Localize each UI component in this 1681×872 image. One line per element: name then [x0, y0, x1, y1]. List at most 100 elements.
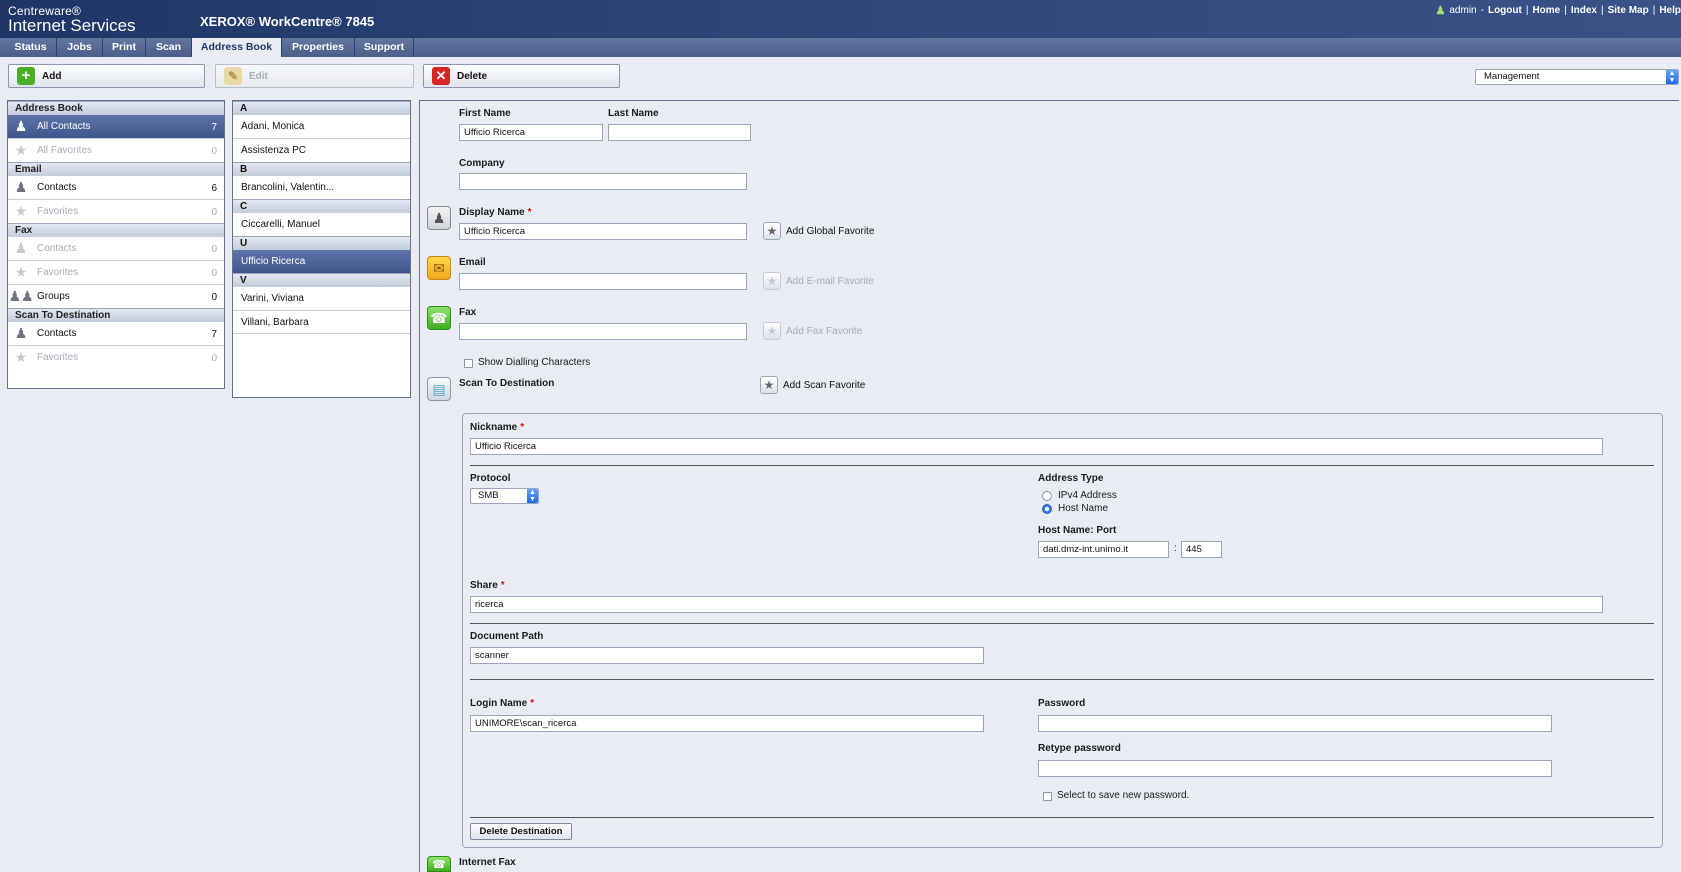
logout-link[interactable]: Logout	[1488, 5, 1522, 16]
login-name-input[interactable]	[470, 715, 984, 732]
host-name-input[interactable]	[1038, 541, 1169, 558]
nav-label: Contacts	[37, 182, 77, 193]
tab-scan[interactable]: Scan	[146, 38, 192, 57]
nav-groups[interactable]: ♟♟ Groups 0	[8, 284, 224, 308]
nav-count: 0	[211, 292, 217, 303]
section-fax: Fax	[8, 223, 224, 236]
envelope-icon: ✉	[427, 256, 451, 280]
share-label: Share *	[470, 580, 505, 591]
tab-jobs[interactable]: Jobs	[57, 38, 103, 57]
list-item[interactable]: Ciccarelli, Manuel	[233, 212, 410, 236]
star-icon: ★	[14, 349, 28, 365]
nickname-input[interactable]	[470, 438, 1603, 455]
password-input[interactable]	[1038, 715, 1552, 732]
last-name-input[interactable]	[608, 124, 751, 141]
list-item[interactable]: Adani, Monica	[233, 114, 410, 138]
display-name-input[interactable]	[459, 223, 747, 240]
index-link[interactable]: Index	[1571, 5, 1597, 16]
nav-label: Groups	[37, 291, 70, 302]
port-input[interactable]	[1181, 541, 1222, 558]
tab-properties[interactable]: Properties	[282, 38, 355, 57]
share-input[interactable]	[470, 596, 1603, 613]
separator: |	[1564, 5, 1567, 16]
tab-address-book[interactable]: Address Book	[192, 38, 282, 57]
separator: |	[1525, 5, 1529, 16]
nav-label: All Favorites	[37, 145, 93, 156]
nav-count: 7	[211, 329, 217, 340]
view-select[interactable]: Management ▲ ▼	[1475, 69, 1679, 85]
show-dialling-checkbox[interactable]	[464, 359, 473, 368]
nav-email-favorites[interactable]: ★ Favorites 0	[8, 199, 224, 223]
add-scan-favorite-label: Add Scan Favorite	[783, 379, 866, 391]
retype-password-input[interactable]	[1038, 760, 1552, 777]
letter-header: V	[233, 273, 410, 286]
nav-label: Favorites	[37, 206, 79, 217]
help-link[interactable]: Help	[1659, 5, 1681, 16]
nav-label: All Contacts	[37, 121, 91, 132]
company-input[interactable]	[459, 173, 747, 190]
required-marker: *	[530, 698, 535, 709]
dash-separator: -	[1480, 5, 1484, 16]
required-marker: *	[520, 422, 525, 433]
document-path-input[interactable]	[470, 647, 984, 664]
nav-label: Contacts	[37, 243, 77, 254]
list-item[interactable]: Varini, Viviana	[233, 286, 410, 310]
chevron-updown-icon: ▲ ▼	[1666, 70, 1678, 84]
delete-button[interactable]: ✕ Delete	[423, 64, 620, 88]
list-item-selected[interactable]: Ufficio Ricerca	[233, 249, 410, 273]
nav-all-contacts[interactable]: ♟ All Contacts 7	[8, 114, 224, 138]
add-fax-favorite-button[interactable]: ★ Add Fax Favorite	[763, 322, 862, 340]
nav-fax-favorites[interactable]: ★ Favorites 0	[8, 260, 224, 284]
protocol-label: Protocol	[470, 473, 511, 484]
tab-support[interactable]: Support	[355, 38, 414, 57]
divider	[470, 465, 1654, 466]
person-icon: ♟	[14, 240, 28, 256]
site-map-link[interactable]: Site Map	[1608, 5, 1649, 16]
fax-label: Fax	[459, 307, 477, 318]
delete-destination-button[interactable]: Delete Destination	[470, 823, 572, 840]
nav-count: 0	[211, 146, 217, 157]
list-item[interactable]: Assistenza PC	[233, 138, 410, 162]
host-name-radio[interactable]	[1042, 504, 1052, 514]
section-scan-to-destination: Scan To Destination	[8, 308, 224, 321]
required-marker: *	[500, 580, 505, 591]
add-scan-favorite-button[interactable]: ★ Add Scan Favorite	[760, 376, 865, 394]
add-global-favorite-button[interactable]: ★ Add Global Favorite	[763, 222, 874, 240]
nav-email-contacts[interactable]: ♟ Contacts 6	[8, 175, 224, 199]
device-model: XEROX® WorkCentre® 7845	[200, 14, 375, 29]
nav-fax-contacts[interactable]: ♟ Contacts 0	[8, 236, 224, 260]
view-select-value: Management	[1484, 71, 1540, 82]
chevron-updown-icon: ▲ ▼	[527, 489, 538, 503]
ipv4-radio[interactable]	[1042, 491, 1052, 501]
letter-header: U	[233, 236, 410, 249]
login-name-label: Login Name *	[470, 698, 535, 709]
brand-subtitle: Internet Services	[8, 16, 136, 35]
tab-print[interactable]: Print	[103, 38, 146, 57]
first-name-input[interactable]	[459, 124, 603, 141]
add-button[interactable]: + Add	[8, 64, 205, 88]
person-icon: ♟	[14, 118, 28, 134]
list-item[interactable]: Villani, Barbara	[233, 310, 410, 334]
add-label: Add	[42, 70, 62, 82]
delete-label: Delete	[457, 70, 488, 82]
nav-all-favorites[interactable]: ★ All Favorites 0	[8, 138, 224, 162]
host-name-label: Host Name	[1058, 503, 1109, 514]
list-item[interactable]: Brancolini, Valentin...	[233, 175, 410, 199]
tab-status[interactable]: Status	[5, 38, 57, 57]
contact-card-icon: ♟	[427, 206, 451, 230]
email-input[interactable]	[459, 273, 747, 290]
star-icon: ★	[763, 222, 781, 240]
fax-input[interactable]	[459, 323, 747, 340]
save-password-checkbox[interactable]	[1043, 792, 1052, 801]
add-email-favorite-button[interactable]: ★ Add E-mail Favorite	[763, 272, 874, 290]
nav-label: Favorites	[37, 267, 79, 278]
nav-scan-contacts[interactable]: ♟ Contacts 7	[8, 321, 224, 345]
home-link[interactable]: Home	[1532, 5, 1560, 16]
star-icon: ★	[14, 264, 28, 280]
protocol-select[interactable]: SMB ▲ ▼	[470, 488, 539, 504]
top-links: ♟ admin - Logout | Home | Index | Site M…	[1436, 4, 1681, 17]
first-name-label: First Name	[459, 108, 511, 119]
retype-password-label: Retype password	[1038, 743, 1121, 754]
nav-scan-favorites[interactable]: ★ Favorites 0	[8, 345, 224, 369]
edit-button[interactable]: ✎ Edit	[215, 64, 414, 88]
